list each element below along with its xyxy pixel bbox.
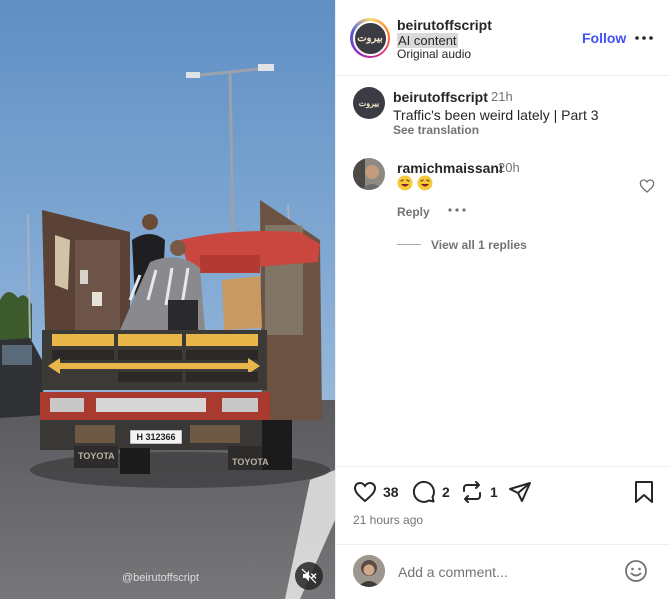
more-horizontal-icon: [448, 208, 466, 212]
speaker-muted-icon: [301, 568, 317, 584]
author-username[interactable]: beirutoffscript: [397, 17, 492, 33]
comment-input[interactable]: [398, 562, 618, 582]
comment-text: [397, 175, 433, 191]
like-button[interactable]: 38: [353, 480, 399, 504]
repost-icon: [463, 481, 481, 503]
audio-link[interactable]: Original audio: [397, 47, 471, 61]
video-watermark: @beirutoffscript: [122, 572, 199, 584]
send-icon: [509, 482, 531, 502]
commenter-username[interactable]: ramichmaissani: [397, 160, 503, 176]
share-button[interactable]: [508, 480, 532, 504]
post-video[interactable]: H 312366 TOYOTA TOYOTA @beirutoffscript: [0, 0, 335, 599]
emoji-picker-button[interactable]: [624, 559, 648, 588]
reply-button[interactable]: Reply: [397, 205, 430, 219]
comment-time: 20h: [498, 160, 520, 175]
video-frame: [0, 0, 335, 599]
replies-divider: [397, 244, 421, 245]
heart-outline-icon: [639, 179, 655, 193]
save-button[interactable]: [633, 480, 655, 504]
caption-text: Traffic's been weird lately | Part 3: [393, 107, 599, 123]
like-count: 38: [383, 484, 399, 500]
commenter-photo: [353, 158, 385, 190]
author-logo: بيروت: [357, 32, 383, 44]
more-horizontal-icon: [635, 36, 653, 40]
post-timestamp: 21 hours ago: [353, 513, 424, 527]
comment-count: 2: [442, 484, 450, 500]
bookmark-icon: [635, 481, 653, 503]
comment-bubble-icon: [412, 480, 435, 503]
more-options-button[interactable]: [634, 28, 654, 48]
mute-button[interactable]: [295, 562, 323, 590]
commenter-avatar[interactable]: [353, 158, 385, 190]
laughing-face-icon: [417, 175, 433, 191]
comment-like-button[interactable]: [639, 178, 655, 199]
truck-brand-right: TOYOTA: [232, 457, 269, 467]
see-translation-link[interactable]: See translation: [393, 123, 479, 137]
author-avatar[interactable]: بيروت: [350, 18, 390, 58]
current-user-avatar: [353, 555, 385, 587]
truck-brand-left: TOYOTA: [78, 451, 115, 461]
current-user-photo: [353, 555, 385, 587]
follow-button[interactable]: Follow: [582, 30, 626, 46]
caption-username[interactable]: beirutoffscript: [393, 89, 488, 105]
repost-count: 1: [490, 484, 498, 500]
caption-avatar[interactable]: بيروت: [353, 87, 385, 119]
smiley-face-icon: [625, 560, 647, 582]
comment-options-button[interactable]: [448, 202, 466, 220]
license-plate: H 312366: [136, 432, 176, 442]
comment-button[interactable]: 2: [412, 480, 450, 504]
laughing-face-icon: [397, 175, 413, 191]
heart-outline-icon: [353, 481, 377, 503]
caption-time: 21h: [491, 89, 513, 104]
repost-button[interactable]: 1: [460, 480, 498, 504]
post-details-panel: بيروت beirutoffscript AI content Origina…: [335, 0, 670, 599]
post-header: بيروت beirutoffscript AI content Origina…: [336, 0, 670, 76]
caption-logo: بيروت: [358, 98, 380, 108]
ai-content-label[interactable]: AI content: [397, 33, 458, 48]
view-replies-button[interactable]: View all 1 replies: [431, 238, 527, 252]
action-bar: [336, 466, 670, 546]
